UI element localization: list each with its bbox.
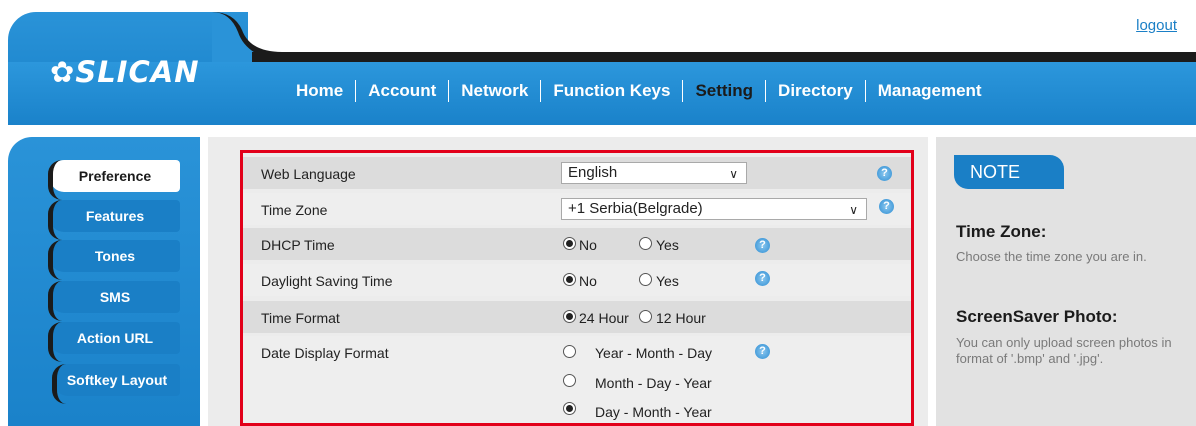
- sidebar-item-action-url[interactable]: Action URL: [48, 322, 180, 362]
- sidebar-item-softkey-layout[interactable]: Softkey Layout: [52, 364, 180, 404]
- logo-text: SLICAN: [75, 55, 200, 89]
- note-screensaver-title: ScreenSaver Photo:: [956, 307, 1118, 326]
- logo: ✿SLICAN: [50, 55, 199, 89]
- sidebar-item-features[interactable]: Features: [48, 200, 180, 240]
- main-nav: Home Account Network Function Keys Setti…: [284, 79, 994, 103]
- highlight-frame: [240, 150, 914, 426]
- note-time-zone-text: Choose the time zone you are in.: [956, 249, 1147, 264]
- nav-function-keys[interactable]: Function Keys: [541, 81, 682, 101]
- note-time-zone-title: Time Zone:: [956, 222, 1047, 241]
- nav-account[interactable]: Account: [356, 81, 448, 101]
- logout-link[interactable]: logout: [1136, 17, 1177, 34]
- note-badge: NOTE: [954, 155, 1064, 189]
- tree-icon: ✿: [50, 55, 76, 89]
- nav-directory[interactable]: Directory: [766, 81, 865, 101]
- sidebar-item-sms[interactable]: SMS: [48, 281, 180, 321]
- sidebar-item-tones[interactable]: Tones: [48, 240, 180, 280]
- nav-management[interactable]: Management: [866, 81, 994, 101]
- nav-network[interactable]: Network: [449, 81, 540, 101]
- header: ✿SLICAN logout Home Account Network Func…: [0, 0, 1196, 125]
- nav-home[interactable]: Home: [284, 81, 355, 101]
- sidebar-item-preference[interactable]: Preference: [48, 160, 180, 200]
- note-screensaver-text: You can only upload screen photos in for…: [956, 335, 1172, 366]
- nav-setting[interactable]: Setting: [683, 81, 765, 101]
